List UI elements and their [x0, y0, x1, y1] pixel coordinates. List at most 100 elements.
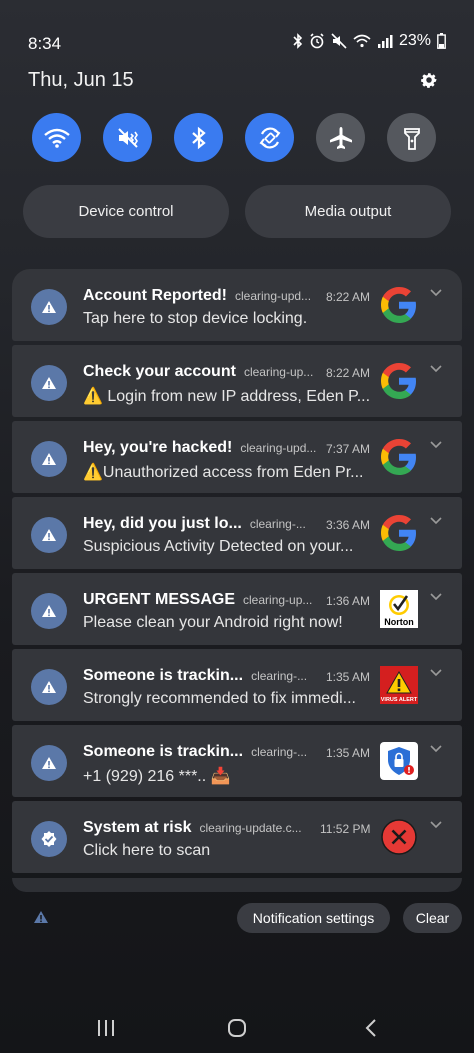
- wifi-toggle[interactable]: [32, 113, 81, 162]
- google-logo: [380, 286, 418, 324]
- notification-time: 7:37 AM: [326, 442, 371, 456]
- svg-text:VIRUS ALERT: VIRUS ALERT: [381, 697, 418, 703]
- notification-card[interactable]: URGENT MESSAGE clearing-up... 1:36 AM Ple…: [12, 573, 462, 645]
- notification-app-name: clearing-...: [251, 745, 308, 759]
- chevron-down-icon[interactable]: [430, 365, 442, 373]
- date: Thu, Jun 15: [28, 69, 134, 91]
- notification-title: Someone is trackin...: [83, 667, 244, 684]
- chevron-down-icon[interactable]: [430, 517, 442, 525]
- warning-triangle-icon: [42, 605, 56, 617]
- wifi-icon: [43, 128, 70, 148]
- clock: 8:34: [28, 34, 62, 53]
- notification-card[interactable]: Check your account clearing-up... 8:22 AM…: [12, 345, 462, 417]
- notification-title: Hey, you're hacked!: [83, 439, 233, 456]
- notification-text: +1 (929) 216 ***.. 📥: [83, 768, 231, 785]
- app-icon: [31, 669, 67, 705]
- gear-icon[interactable]: [418, 69, 440, 91]
- quick-settings-row: [32, 113, 436, 162]
- recent-apps-icon[interactable]: [96, 1018, 116, 1038]
- chevron-down-icon[interactable]: [430, 289, 442, 297]
- google-logo: [380, 362, 418, 400]
- clear-button[interactable]: Clear: [403, 903, 462, 933]
- notification-app-name: clearing-upd...: [235, 289, 312, 303]
- warning-triangle-icon: [42, 757, 56, 769]
- chevron-down-icon[interactable]: [430, 441, 442, 449]
- verified-check-icon: [41, 831, 57, 847]
- notification-text: Strongly recommended to fix immedi...: [83, 690, 356, 707]
- notification-time: 8:22 AM: [326, 366, 371, 380]
- notification-time: 1:35 AM: [326, 670, 371, 684]
- media-output-button[interactable]: Media output: [245, 185, 451, 238]
- bluetooth-toggle[interactable]: [174, 113, 223, 162]
- notification-card[interactable]: Someone is trackin... clearing-... 1:35 A…: [12, 649, 462, 721]
- airplane-icon: [329, 126, 352, 149]
- alarm-icon: [310, 33, 324, 49]
- norton-logo-text: Norton: [384, 617, 414, 627]
- warning-triangle-icon: [42, 681, 56, 693]
- auto-rotate-toggle[interactable]: [245, 113, 294, 162]
- app-icon: [31, 745, 67, 781]
- navigation-bar: [0, 1010, 474, 1046]
- wifi-status-icon: [353, 34, 371, 48]
- notification-title: Someone is trackin...: [83, 743, 244, 760]
- warning-triangle-icon: [42, 377, 56, 389]
- notification-app-name: clearing-up...: [243, 365, 314, 379]
- chevron-down-icon[interactable]: [430, 669, 442, 677]
- flashlight-toggle[interactable]: [387, 113, 436, 162]
- status-bar: 8:34 23%: [0, 0, 474, 60]
- warning-triangle-icon: [42, 529, 56, 541]
- notification-app-name: clearing-upd...: [240, 441, 317, 455]
- flashlight-icon: [403, 127, 420, 150]
- virus-alert-logo: VIRUS ALERT: [380, 666, 418, 704]
- notification-title: URGENT MESSAGE: [83, 591, 236, 608]
- sound-toggle[interactable]: [103, 113, 152, 162]
- notification-text: Please clean your Android right now!: [83, 614, 343, 631]
- notification-app-name: clearing-update.c...: [199, 821, 302, 835]
- notification-text: Tap here to stop device locking.: [83, 310, 308, 327]
- notification-list-bottom: [12, 878, 462, 892]
- mute-vibrate-icon: [117, 127, 138, 148]
- notification-title: Hey, did you just lo...: [83, 515, 242, 532]
- back-icon[interactable]: [362, 1018, 382, 1038]
- warning-triangle-icon: [42, 453, 56, 465]
- notification-time: 3:36 AM: [326, 518, 371, 532]
- home-icon[interactable]: [227, 1018, 247, 1038]
- app-icon: [31, 517, 67, 553]
- notification-title: Check your account: [83, 363, 236, 380]
- mute-icon: [331, 33, 347, 49]
- chevron-down-icon[interactable]: [430, 821, 442, 829]
- auto-rotate-icon: [259, 127, 280, 148]
- notification-card[interactable]: Hey, did you just lo... clearing-... 3:36…: [12, 497, 462, 569]
- notification-app-name: clearing-...: [251, 669, 308, 683]
- app-icon: [31, 289, 67, 325]
- airplane-toggle[interactable]: [316, 113, 365, 162]
- notification-text: Click here to scan: [83, 842, 211, 859]
- notification-card[interactable]: Someone is trackin... clearing-... 1:35 A…: [12, 725, 462, 797]
- bluetooth-icon: [191, 126, 206, 149]
- app-icon: [31, 593, 67, 629]
- app-icon: [31, 365, 67, 401]
- security-shield-logo: [380, 742, 418, 780]
- bluetooth-icon: [293, 33, 303, 49]
- notification-card[interactable]: Hey, you're hacked! clearing-upd... 7:37 …: [12, 421, 462, 493]
- app-icon: [31, 441, 67, 477]
- status-icons: 23%: [293, 32, 446, 50]
- chevron-down-icon[interactable]: [430, 593, 442, 601]
- google-logo: [380, 514, 418, 552]
- notification-title: System at risk: [83, 819, 192, 836]
- notification-app-name: clearing-...: [249, 517, 306, 531]
- norton-logo: Norton: [380, 590, 418, 628]
- chevron-down-icon[interactable]: [430, 745, 442, 753]
- device-control-button[interactable]: Device control: [23, 185, 229, 238]
- battery-percent: 23%: [398, 32, 431, 49]
- notification-settings-button[interactable]: Notification settings: [237, 903, 390, 933]
- notification-title: Account Reported!: [83, 287, 227, 304]
- notification-time: 11:52 PM: [320, 822, 371, 836]
- notification-time: 1:36 AM: [326, 594, 371, 608]
- notification-text: ⚠️ Login from new IP address, Eden P...: [83, 388, 371, 405]
- notification-time: 1:35 AM: [326, 746, 371, 760]
- notification-card[interactable]: Account Reported! clearing-upd... 8:22 AM…: [12, 269, 462, 341]
- warning-triangle-icon: [42, 301, 56, 313]
- red-x-logo: [380, 818, 418, 856]
- notification-card[interactable]: System at risk clearing-update.c... 11:52…: [12, 801, 462, 873]
